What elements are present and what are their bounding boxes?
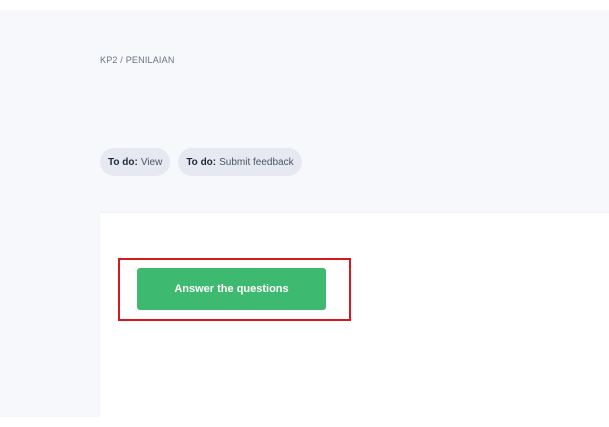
breadcrumb[interactable]: KP2 / PENILAIAN bbox=[100, 55, 175, 65]
todo-value: Submit feedback bbox=[219, 156, 294, 168]
content-card: Answer the questions bbox=[100, 212, 609, 418]
todo-key: To do: bbox=[108, 156, 138, 168]
page: KP2 / PENILAIAN To do: View To do: Submi… bbox=[0, 0, 609, 427]
answer-questions-button[interactable]: Answer the questions bbox=[137, 268, 326, 310]
bottom-strip bbox=[0, 417, 609, 427]
todo-chip-view: To do: View bbox=[100, 148, 171, 176]
todo-key: To do: bbox=[186, 156, 217, 168]
todo-chip-submit-feedback: To do: Submit feedback bbox=[178, 148, 302, 176]
top-strip bbox=[0, 0, 609, 10]
todo-list: To do: View To do: Submit feedback bbox=[100, 148, 302, 176]
todo-value: View bbox=[140, 156, 163, 168]
